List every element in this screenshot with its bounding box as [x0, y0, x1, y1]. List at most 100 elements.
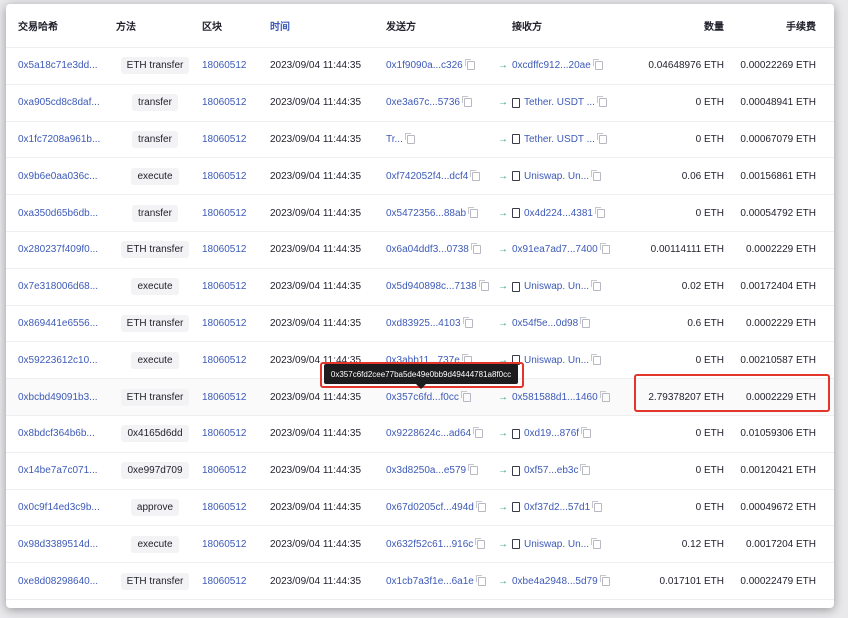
copy-icon[interactable]	[470, 169, 481, 181]
copy-icon[interactable]	[468, 206, 479, 218]
tx-hash-link[interactable]: 0xa350d65b6db...	[18, 195, 118, 231]
from-address-link[interactable]: 0xe3a67c...5736	[386, 97, 460, 108]
tx-hash-link[interactable]: 0x7e318006d68...	[18, 269, 118, 305]
block-link[interactable]: 18060512	[202, 269, 262, 305]
copy-icon[interactable]	[594, 206, 605, 218]
table-row[interactable]: 0x98d3389514d... execute 18060512 2023/09/0…	[6, 526, 834, 564]
block-link[interactable]: 18060512	[202, 490, 262, 526]
header-time[interactable]: 时间	[270, 4, 382, 47]
copy-icon[interactable]	[461, 96, 472, 108]
tx-hash-link[interactable]: 0xe8d08298640...	[18, 563, 118, 599]
copy-icon[interactable]	[599, 390, 610, 402]
copy-icon[interactable]	[473, 427, 484, 439]
table-row[interactable]: 0xa905cd8c8daf... transfer 18060512 2023/09…	[6, 85, 834, 122]
to-address-link[interactable]: 0xf57...eb3c	[524, 465, 578, 476]
from-address-link[interactable]: 0x67d0205cf...494d	[386, 502, 474, 513]
to-address-link[interactable]: Uniswap. Un...	[524, 281, 589, 292]
from-address-link[interactable]: Tr...	[386, 134, 403, 145]
from-address-link[interactable]: 0x9228624c...ad64	[386, 428, 471, 439]
from-address-link[interactable]: 0xd83925...4103	[386, 318, 461, 329]
copy-icon[interactable]	[599, 243, 610, 255]
copy-icon[interactable]	[581, 427, 592, 439]
tx-hash-link[interactable]: 0x5a18c71e3dd...	[18, 48, 118, 84]
from-address-link[interactable]: 0xf742052f4...dcf4	[386, 171, 468, 182]
from-address-link[interactable]: 0x357c6fd...f0cc	[386, 392, 459, 403]
to-address-link[interactable]: 0x581588d1...1460	[512, 392, 598, 403]
tx-hash-link[interactable]: 0x0c9f14ed3c9b...	[18, 490, 118, 526]
block-link[interactable]: 18060512	[202, 526, 262, 562]
copy-icon[interactable]	[468, 464, 479, 476]
block-link[interactable]: 18060512	[202, 158, 262, 194]
block-link[interactable]: 18060512	[202, 416, 262, 452]
block-link[interactable]: 18060512	[202, 48, 262, 84]
from-address-link[interactable]: 0x3d8250a...e579	[386, 465, 466, 476]
to-address-link[interactable]: 0x4d224...4381	[524, 208, 593, 219]
block-link[interactable]: 18060512	[202, 563, 262, 599]
from-address-link[interactable]: 0x5d940898c...7138	[386, 281, 477, 292]
block-link[interactable]: 18060512	[202, 122, 262, 158]
table-row[interactable]: 0xe8d08298640... ETH transfer 18060512 2023…	[6, 563, 834, 600]
tx-hash-link[interactable]: 0x8bdcf364b6b...	[18, 416, 118, 452]
to-address-link[interactable]: 0xcdffc912...20ae	[512, 60, 591, 71]
tx-hash-link[interactable]: 0xa905cd8c8daf...	[18, 85, 118, 121]
table-row[interactable]: 0x5a18c71e3dd... ETH transfer 18060512 2023…	[6, 48, 834, 85]
tx-hash-link[interactable]: 0x14be7a7c071...	[18, 453, 118, 489]
to-address-link[interactable]: 0xf37d2...57d1	[524, 502, 590, 513]
copy-icon[interactable]	[470, 243, 481, 255]
table-row[interactable]: 0x869441e6556... ETH transfer 18060512 2023…	[6, 306, 834, 343]
table-row[interactable]: 0x8bdcf364b6b... 0x4165d6dd 18060512 2023/0…	[6, 416, 834, 453]
copy-icon[interactable]	[591, 353, 602, 365]
table-row[interactable]: 0x280237f409f0... ETH transfer 18060512 202…	[6, 232, 834, 269]
to-address-link[interactable]: Uniswap. Un...	[524, 171, 589, 182]
tx-hash-link[interactable]: 0x280237f409f0...	[18, 232, 118, 268]
table-row[interactable]: 0x0c9f14ed3c9b... approve 18060512 2023/09/…	[6, 490, 834, 527]
block-link[interactable]: 18060512	[202, 342, 262, 378]
to-address-link[interactable]: Tether. USDT ...	[524, 134, 595, 145]
table-row[interactable]: 0x1fc7208a961b... transfer 18060512 2023/09…	[6, 122, 834, 159]
copy-icon[interactable]	[599, 574, 610, 586]
block-link[interactable]: 18060512	[202, 306, 262, 342]
copy-icon[interactable]	[580, 316, 591, 328]
to-address-link[interactable]: 0xbe4a2948...5d79	[512, 576, 598, 587]
copy-icon[interactable]	[475, 537, 486, 549]
copy-icon[interactable]	[596, 132, 607, 144]
copy-icon[interactable]	[592, 500, 603, 512]
to-address-link[interactable]: Uniswap. Un...	[524, 355, 589, 366]
table-row[interactable]: 0x14be7a7c071... 0xe997d709 18060512 2023/0…	[6, 453, 834, 490]
block-link[interactable]: 18060512	[202, 379, 262, 415]
table-row[interactable]: 0x7e318006d68... execute 18060512 2023/09/0…	[6, 269, 834, 306]
to-address-link[interactable]: 0xd19...876f	[524, 428, 579, 439]
tx-hash-link[interactable]: 0x869441e6556...	[18, 306, 118, 342]
table-row[interactable]: 0x9b6e0aa036c... execute 18060512 2023/09/0…	[6, 158, 834, 196]
copy-icon[interactable]	[460, 390, 471, 402]
copy-icon[interactable]	[596, 96, 607, 108]
tx-hash-link[interactable]: 0x98d3389514d...	[18, 526, 118, 562]
tx-hash-link[interactable]: 0x1fc7208a961b...	[18, 122, 118, 158]
block-link[interactable]: 18060512	[202, 85, 262, 121]
copy-icon[interactable]	[592, 59, 603, 71]
copy-icon[interactable]	[591, 537, 602, 549]
to-address-link[interactable]: Tether. USDT ...	[524, 97, 595, 108]
block-link[interactable]: 18060512	[202, 453, 262, 489]
to-address-link[interactable]: Uniswap. Un...	[524, 539, 589, 550]
copy-icon[interactable]	[580, 464, 591, 476]
from-address-link[interactable]: 0x6a04ddf3...0738	[386, 244, 469, 255]
table-row[interactable]: 0xa350d65b6db... transfer 18060512 2023/09/…	[6, 195, 834, 232]
from-address-link[interactable]: 0x1f9090a...c326	[386, 60, 463, 71]
copy-icon[interactable]	[478, 280, 489, 292]
tx-hash-link[interactable]: 0xbcbd49091b3...	[18, 379, 118, 415]
copy-icon[interactable]	[462, 316, 473, 328]
copy-icon[interactable]	[591, 169, 602, 181]
copy-icon[interactable]	[464, 59, 475, 71]
copy-icon[interactable]	[404, 132, 415, 144]
block-link[interactable]: 18060512	[202, 195, 262, 231]
copy-icon[interactable]	[591, 280, 602, 292]
to-address-link[interactable]: 0x54f5e...0d98	[512, 318, 578, 329]
copy-icon[interactable]	[475, 574, 486, 586]
from-address-link[interactable]: 0x632f52c61...916c	[386, 539, 473, 550]
from-address-link[interactable]: 0x1cb7a3f1e...6a1e	[386, 576, 474, 587]
to-address-link[interactable]: 0x91ea7ad7...7400	[512, 244, 598, 255]
from-address-link[interactable]: 0x5472356...88ab	[386, 208, 466, 219]
tx-hash-link[interactable]: 0x59223612c10...	[18, 342, 118, 378]
copy-icon[interactable]	[475, 500, 486, 512]
